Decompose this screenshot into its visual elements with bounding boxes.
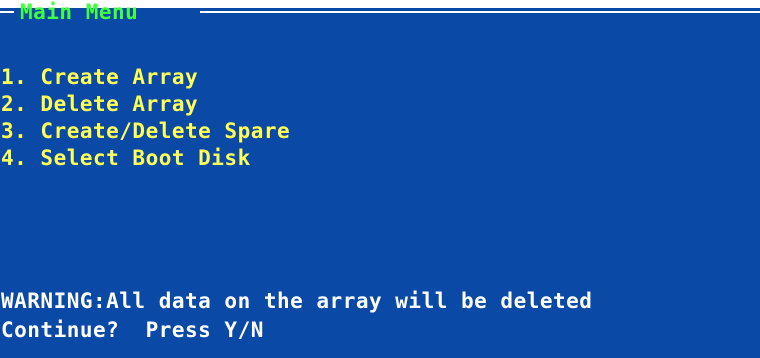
menu-item-delete-array[interactable]: 2. Delete Array [1, 91, 290, 118]
menu-item-select-boot-disk[interactable]: 4. Select Boot Disk [1, 145, 290, 172]
warning-message: WARNING:All data on the array will be de… [1, 289, 593, 313]
bios-screen: Main Menu 1. Create Array 2. Delete Arra… [0, 0, 760, 358]
continue-prompt[interactable]: Continue? Press Y/N [1, 317, 264, 343]
menu-item-create-array[interactable]: 1. Create Array [1, 64, 290, 91]
frame-border-left [0, 11, 14, 13]
menu-title: Main Menu [20, 0, 139, 24]
menu-item-create-delete-spare[interactable]: 3. Create/Delete Spare [1, 118, 290, 145]
frame-border-right [200, 11, 760, 13]
main-menu-list: 1. Create Array 2. Delete Array 3. Creat… [1, 64, 290, 172]
